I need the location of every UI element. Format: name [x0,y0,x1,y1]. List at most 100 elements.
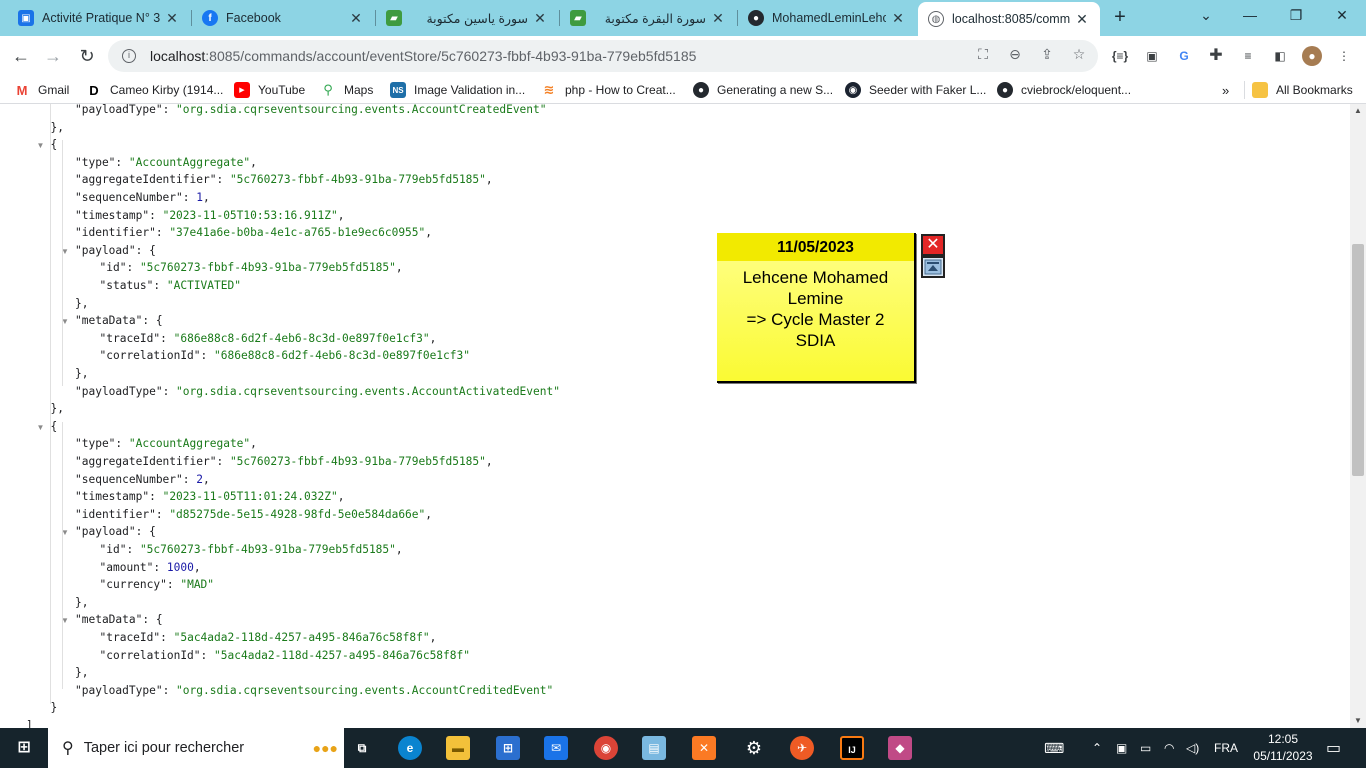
share-icon[interactable]: ⇪ [1038,46,1056,63]
forward-button[interactable]: → [40,43,66,69]
bookmark-cviebrock[interactable]: ● cviebrock/eloquent... [997,81,1131,99]
back-button[interactable]: ← [8,43,34,69]
notification-icon[interactable]: ▭ [1326,728,1341,768]
google-translate-icon[interactable]: G [1174,46,1194,66]
json-line: "payloadType": "org.sdia.cqrseventsourci… [75,683,554,697]
extensions-icon[interactable]: ✚ [1206,46,1226,66]
minimize-button[interactable]: — [1228,4,1272,28]
tab-github[interactable]: ● MohamedLeminLehc ✕ [738,4,916,32]
new-tab-button[interactable]: + [1108,6,1132,30]
zoom-icon[interactable]: ⊖ [1006,46,1024,63]
close-icon[interactable]: ✕ [348,10,364,27]
translate-icon[interactable]: ⛶ [974,46,992,63]
volume-icon[interactable]: ◁) [1186,728,1199,768]
bookmark-cameo[interactable]: D Cameo Kirby (1914... [86,81,223,99]
scroll-up-icon[interactable]: ▲ [1350,104,1366,118]
screen-capture-icon[interactable]: ▣ [1142,46,1162,66]
json-line: "payloadType": "org.sdia.cqrseventsourci… [75,384,560,398]
scrollbar[interactable]: ▲ ▼ [1350,104,1366,728]
mail-icon[interactable]: ✉ [544,736,568,760]
sticky-note-close-button[interactable]: ✕ [921,234,945,256]
close-icon[interactable]: ✕ [164,10,180,27]
tab-facebook[interactable]: f Facebook ✕ [192,4,374,32]
bookmark-gmail[interactable]: M Gmail [14,81,70,99]
tab-yasin[interactable]: ▰ سورة ياسين مكتوبة ✕ [376,4,558,32]
json-line: "metaData": { [75,314,163,328]
json-line: "amount": 1000, [99,560,201,574]
sticky-note-minimize-button[interactable] [921,256,945,278]
reload-button[interactable]: ↻ [74,43,100,69]
taskbar-search[interactable]: ⚲ Taper ici pour rechercher ●●● [48,728,344,768]
battery-icon[interactable]: ▭ [1140,728,1151,768]
youtube-icon: ▶ [234,82,250,98]
collapse-toggle-icon[interactable]: ▼ [37,141,45,150]
close-icon[interactable]: ✕ [710,10,726,27]
menu-icon[interactable]: ⋮ [1334,46,1354,66]
windows-start-icon[interactable]: ⊞ [12,736,36,760]
json-line: "id": "5c760273-fbbf-4b93-91ba-779eb5fd5… [99,543,403,556]
chevron-right-icon[interactable]: » [1222,81,1229,99]
meet-icon[interactable]: ▣ [1116,728,1127,768]
star-icon[interactable]: ☆ [1070,46,1088,63]
tab-title: localhost:8085/comm [952,12,1070,26]
json-line: "payload": { [75,525,156,539]
clock[interactable]: 12:05 05/11/2023 [1250,731,1316,765]
address-url[interactable]: localhost:8085/commands/account/eventSto… [150,48,696,64]
json-line: "correlationId": "5ac4ada2-118d-4257-a49… [99,648,470,662]
media-icon[interactable]: ≡ [1238,46,1258,66]
window-close-button[interactable]: ✕ [1320,4,1364,28]
bookmark-maps[interactable]: ⚲ Maps [320,81,373,99]
bookmark-generating[interactable]: ● Generating a new S... [693,81,833,99]
close-icon[interactable]: ✕ [890,10,906,27]
tab-title: سورة البقرة مكتوبة [604,11,706,26]
store-icon[interactable]: ⊞ [496,736,520,760]
search-placeholder: Taper ici pour rechercher [83,740,245,756]
file-explorer-icon[interactable]: ▬ [446,736,470,760]
task-view-icon[interactable]: ⧉ [350,736,374,760]
json-extension-icon[interactable]: {≡} [1110,46,1130,66]
git-gui-icon[interactable]: ◆ [888,736,912,760]
address-bar[interactable]: i localhost:8085/commands/account/eventS… [108,40,1098,72]
laracasts-icon: ◉ [845,82,861,98]
json-line: "type": "AccountAggregate", [75,437,257,451]
postman-icon[interactable]: ✈ [790,736,814,760]
bookmark-label: Generating a new S... [717,83,834,97]
bookmark-image-validation[interactable]: NS Image Validation in... [390,81,525,99]
xampp-icon[interactable]: ✕ [692,736,716,760]
scroll-down-icon[interactable]: ▼ [1350,714,1366,728]
chevron-up-icon[interactable]: ⌃ [1092,728,1102,768]
github-icon: ● [693,82,709,98]
collapse-toggle-icon[interactable]: ▼ [37,423,45,432]
keyboard-icon[interactable]: ⌨ [1044,728,1064,768]
language-indicator[interactable]: FRA [1214,728,1238,768]
json-line: }, [75,367,89,380]
bookmark-php[interactable]: ≋ php - How to Creat... [541,81,676,99]
intellij-icon[interactable]: IJ [840,736,864,760]
close-icon[interactable]: ✕ [532,10,548,27]
json-line: "id": "5c760273-fbbf-4b93-91ba-779eb5fd5… [99,261,403,275]
close-icon[interactable]: ✕ [1074,11,1090,28]
bookmark-youtube[interactable]: ▶ YouTube [234,81,305,99]
bookmark-all[interactable]: All Bookmarks [1252,81,1353,99]
notepad-icon[interactable]: ▤ [642,736,666,760]
sticky-note-date: 11/05/2023 [717,233,914,261]
json-line: } [50,701,58,715]
avatar[interactable]: ● [1302,46,1322,66]
chrome-icon[interactable]: ◉ [594,736,618,760]
restore-button[interactable]: ❐ [1274,4,1318,28]
tab-localhost[interactable]: ◍ localhost:8085/comm ✕ [918,2,1100,36]
info-icon[interactable]: i [122,49,136,63]
side-panel-icon[interactable]: ◧ [1270,46,1290,66]
tab-baqara[interactable]: ▰ سورة البقرة مكتوبة ✕ [560,4,736,32]
bookmark-seeder[interactable]: ◉ Seeder with Faker L... [845,81,986,99]
wifi-icon[interactable]: ◠ [1164,728,1174,768]
sticky-note-text: Lehcene Mohamed Lemine => Cycle Master 2… [742,268,889,350]
tab-activite[interactable]: ▣ Activité Pratique N° 3 ✕ [8,4,190,32]
chevron-down-icon[interactable]: ⌄ [1184,4,1228,28]
sticky-note[interactable]: 11/05/2023 Lehcene Mohamed Lemine => Cyc… [717,233,916,383]
bookmark-label: php - How to Creat... [565,83,676,97]
json-line: "currency": "MAD" [99,578,215,592]
settings-gear-icon[interactable]: ⚙ [742,736,766,760]
edge-icon[interactable]: e [398,736,422,760]
scrollbar-thumb[interactable] [1352,244,1364,476]
